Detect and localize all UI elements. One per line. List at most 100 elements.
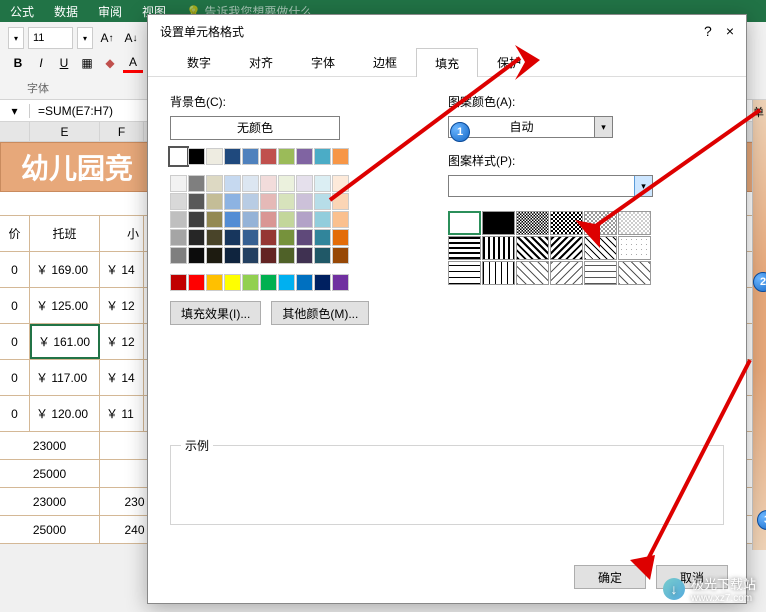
color-swatch[interactable] bbox=[188, 148, 205, 165]
color-swatch[interactable] bbox=[170, 229, 187, 246]
color-swatch[interactable] bbox=[332, 229, 349, 246]
font-size-dropdown[interactable]: ▾ bbox=[77, 27, 93, 49]
color-swatch[interactable] bbox=[170, 247, 187, 264]
fill-effects-button[interactable]: 填充效果(I)... bbox=[170, 301, 261, 325]
color-swatch[interactable] bbox=[224, 211, 241, 228]
color-swatch[interactable] bbox=[188, 211, 205, 228]
pattern-h-stripe[interactable] bbox=[448, 236, 481, 260]
color-swatch[interactable] bbox=[170, 193, 187, 210]
cell[interactable]: ￥ 12 bbox=[100, 324, 144, 359]
pattern-diag-stripe[interactable] bbox=[516, 236, 549, 260]
cell[interactable]: 0 bbox=[0, 396, 30, 431]
color-swatch[interactable] bbox=[206, 148, 223, 165]
color-swatch[interactable] bbox=[296, 247, 313, 264]
color-swatch[interactable] bbox=[242, 247, 259, 264]
color-swatch[interactable] bbox=[332, 274, 349, 291]
italic-icon[interactable]: I bbox=[31, 53, 51, 73]
color-swatch[interactable] bbox=[314, 274, 331, 291]
pattern-diag-cross[interactable] bbox=[584, 236, 617, 260]
help-icon[interactable]: ? bbox=[704, 23, 712, 39]
color-swatch[interactable] bbox=[296, 148, 313, 165]
pattern-gray75[interactable] bbox=[516, 211, 549, 235]
cell[interactable]: ￥ 125.00 bbox=[30, 288, 100, 323]
color-swatch[interactable] bbox=[242, 148, 259, 165]
color-swatch[interactable] bbox=[242, 211, 259, 228]
color-swatch[interactable] bbox=[314, 247, 331, 264]
color-swatch[interactable] bbox=[206, 211, 223, 228]
color-swatch[interactable] bbox=[242, 229, 259, 246]
more-colors-button[interactable]: 其他颜色(M)... bbox=[271, 301, 369, 325]
color-swatch[interactable] bbox=[242, 193, 259, 210]
color-swatch[interactable] bbox=[296, 175, 313, 192]
cell[interactable]: 0 bbox=[0, 252, 30, 287]
pattern-gray50[interactable] bbox=[550, 211, 583, 235]
ribbon-tab-data[interactable]: 数据 bbox=[44, 3, 88, 20]
color-swatch[interactable] bbox=[188, 175, 205, 192]
pattern-thin-cross[interactable] bbox=[618, 261, 651, 285]
cell[interactable]: 0 bbox=[0, 360, 30, 395]
color-swatch[interactable] bbox=[260, 148, 277, 165]
color-swatch[interactable] bbox=[314, 229, 331, 246]
cell[interactable]: ￥ 12 bbox=[100, 288, 144, 323]
color-swatch[interactable] bbox=[332, 175, 349, 192]
color-swatch[interactable] bbox=[296, 211, 313, 228]
color-swatch[interactable] bbox=[206, 175, 223, 192]
cell[interactable]: 23000 bbox=[0, 432, 100, 459]
pattern-thin-grid[interactable] bbox=[584, 261, 617, 285]
color-swatch[interactable] bbox=[188, 229, 205, 246]
cell[interactable]: ￥ 120.00 bbox=[30, 396, 100, 431]
color-swatch[interactable] bbox=[224, 247, 241, 264]
pattern-gray25[interactable] bbox=[584, 211, 617, 235]
tab-number[interactable]: 数字 bbox=[168, 47, 230, 76]
cell[interactable]: ￥ 117.00 bbox=[30, 360, 100, 395]
cell[interactable]: ￥ 169.00 bbox=[30, 252, 100, 287]
color-swatch[interactable] bbox=[278, 175, 295, 192]
color-swatch[interactable] bbox=[188, 247, 205, 264]
cell[interactable]: 0 bbox=[0, 288, 30, 323]
cell[interactable]: ￥ 161.00 bbox=[30, 324, 100, 359]
cell[interactable]: ￥ 14 bbox=[100, 252, 144, 287]
cell[interactable]: 25000 bbox=[0, 516, 100, 543]
color-swatch[interactable] bbox=[224, 274, 241, 291]
underline-icon[interactable]: U bbox=[54, 53, 74, 73]
cell[interactable]: 25000 bbox=[0, 460, 100, 487]
increase-font-icon[interactable]: A↑ bbox=[97, 28, 117, 48]
color-swatch[interactable] bbox=[242, 274, 259, 291]
pattern-style-dropdown[interactable]: ▾ bbox=[448, 175, 653, 197]
color-swatch[interactable] bbox=[314, 211, 331, 228]
cell[interactable]: ￥ 11 bbox=[100, 396, 144, 431]
pattern-solid[interactable] bbox=[482, 211, 515, 235]
color-swatch[interactable] bbox=[260, 274, 277, 291]
pattern-rev-diag[interactable] bbox=[550, 236, 583, 260]
pattern-thin-rev-diag[interactable] bbox=[550, 261, 583, 285]
color-swatch[interactable] bbox=[224, 148, 241, 165]
pattern-color-dropdown[interactable]: 自动 ▾ bbox=[448, 116, 613, 138]
color-swatch[interactable] bbox=[296, 193, 313, 210]
color-swatch[interactable] bbox=[260, 229, 277, 246]
tab-alignment[interactable]: 对齐 bbox=[230, 47, 292, 76]
color-swatch[interactable] bbox=[170, 211, 187, 228]
color-swatch[interactable] bbox=[260, 193, 277, 210]
decrease-font-icon[interactable]: A↓ bbox=[121, 28, 141, 48]
color-swatch[interactable] bbox=[332, 148, 349, 165]
tab-font[interactable]: 字体 bbox=[292, 47, 354, 76]
color-swatch[interactable] bbox=[206, 193, 223, 210]
col-header-e[interactable]: E bbox=[30, 122, 100, 141]
tab-protection[interactable]: 保护 bbox=[478, 47, 540, 76]
color-swatch[interactable] bbox=[206, 229, 223, 246]
name-box[interactable]: ▾ bbox=[0, 104, 30, 118]
col-header-f[interactable]: F bbox=[100, 122, 144, 141]
color-swatch[interactable] bbox=[242, 175, 259, 192]
bold-icon[interactable]: B bbox=[8, 53, 28, 73]
font-name-dropdown[interactable]: ▾ bbox=[8, 27, 24, 49]
pattern-none[interactable] bbox=[448, 211, 481, 235]
font-size-input[interactable]: 11 bbox=[28, 27, 73, 49]
color-swatch[interactable] bbox=[314, 193, 331, 210]
pattern-thin-v[interactable] bbox=[482, 261, 515, 285]
color-swatch[interactable] bbox=[170, 148, 187, 165]
fill-color-icon[interactable]: ◆ bbox=[100, 53, 120, 73]
color-swatch[interactable] bbox=[278, 193, 295, 210]
color-swatch[interactable] bbox=[278, 274, 295, 291]
color-swatch[interactable] bbox=[296, 274, 313, 291]
color-swatch[interactable] bbox=[188, 193, 205, 210]
